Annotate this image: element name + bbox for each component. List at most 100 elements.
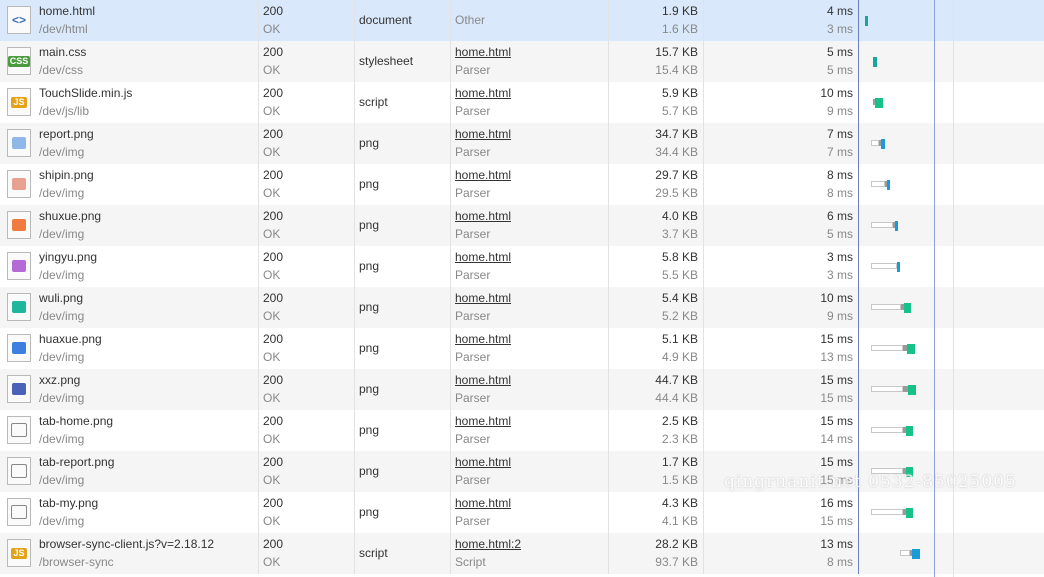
initiator-link[interactable]: home.html [455,168,511,182]
size-cell: 5.4 KB 5.2 KB [609,287,704,328]
resource-size: 93.7 KB [655,555,698,569]
waterfall-bar[interactable] [871,221,898,231]
request-row[interactable]: wuli.png /dev/img 200 OK png home.html P… [0,287,1044,329]
name-cell: tab-my.png /dev/img [0,492,259,533]
image-thumbnail-icon [7,170,31,198]
waterfall-bar[interactable] [871,344,915,354]
latency-time: 8 ms [826,186,853,200]
file-type-badge [11,423,27,437]
request-row[interactable]: CSS main.css /dev/css 200 OK stylesheet … [0,41,1044,83]
size-cell: 5.9 KB 5.7 KB [609,82,704,123]
size-cell: 2.5 KB 2.3 KB [609,410,704,451]
request-name: TouchSlide.min.js [39,86,133,100]
waterfall-bar[interactable] [900,549,920,559]
status-code: 200 [263,455,284,469]
request-name: report.png [39,127,94,141]
request-row[interactable]: shipin.png /dev/img 200 OK png home.html… [0,164,1044,206]
initiator-link[interactable]: home.html [455,373,511,387]
resource-size: 1.6 KB [661,22,698,36]
initiator-cell: home.html Parser [451,205,609,246]
initiator-link[interactable]: home.html [455,127,511,141]
waterfall-bar[interactable] [871,385,916,395]
request-row[interactable]: tab-report.png /dev/img 200 OK png home.… [0,451,1044,493]
initiator-cell: home.html:2 Script [451,533,609,574]
request-row[interactable]: report.png /dev/img 200 OK png home.html… [0,123,1044,165]
request-row[interactable]: tab-home.png /dev/img 200 OK png home.ht… [0,410,1044,452]
request-row[interactable]: shuxue.png /dev/img 200 OK png home.html… [0,205,1044,247]
request-row[interactable]: xxz.png /dev/img 200 OK png home.html Pa… [0,369,1044,411]
transfer-size: 34.7 KB [655,127,698,141]
initiator-link[interactable]: home.html [455,332,511,346]
waterfall-bar[interactable] [871,467,913,477]
request-row[interactable]: tab-my.png /dev/img 200 OK png home.html… [0,492,1044,534]
request-row[interactable]: huaxue.png /dev/img 200 OK png home.html… [0,328,1044,370]
waterfall-bar[interactable] [873,98,883,108]
waterfall-bar[interactable] [865,16,868,26]
initiator-link[interactable]: home.html [455,414,511,428]
request-row[interactable]: JS browser-sync-client.js?v=2.18.12 /bro… [0,533,1044,575]
initiator-link[interactable]: home.html:2 [455,537,521,551]
queue-segment [871,345,903,351]
initiator-link[interactable]: home.html [455,45,511,59]
queue-segment [900,550,910,556]
size-cell: 29.7 KB 29.5 KB [609,164,704,205]
transfer-size: 1.7 KB [661,455,698,469]
waterfall-bar[interactable] [871,180,890,190]
initiator-link[interactable]: home.html [455,209,511,223]
type-cell: png [355,369,451,410]
status-cell: 200 OK [259,246,355,287]
waterfall-cell [859,410,1044,451]
initiator-link[interactable]: home.html [455,291,511,305]
name-cell: wuli.png /dev/img [0,287,259,328]
time-cell: 15 ms 14 ms [704,410,859,451]
image-thumbnail-icon [7,252,31,280]
status-text: OK [263,473,281,487]
request-path: /dev/css [39,63,84,77]
total-time: 6 ms [826,209,853,223]
type-cell: png [355,205,451,246]
request-path: /dev/html [39,22,88,36]
request-row[interactable]: JS TouchSlide.min.js /dev/js/lib 200 OK … [0,82,1044,124]
initiator-link[interactable]: home.html [455,455,511,469]
waterfall-bar[interactable] [871,426,913,436]
name-cell: JS browser-sync-client.js?v=2.18.12 /bro… [0,533,259,574]
initiator-link[interactable]: home.html [455,86,511,100]
request-row[interactable]: yingyu.png /dev/img 200 OK png home.html… [0,246,1044,288]
js-file-icon: JS [7,88,31,116]
latency-time: 8 ms [826,555,853,569]
initiator-link[interactable]: home.html [455,496,511,510]
status-text: OK [263,309,281,323]
waterfall-cell [859,82,1044,123]
latency-time: 9 ms [826,104,853,118]
waterfall-bar[interactable] [873,57,877,67]
request-name: tab-my.png [39,496,99,510]
request-path: /dev/img [39,268,85,282]
download-segment [906,426,913,436]
request-name: home.html [39,4,96,18]
initiator-cause: Parser [455,268,491,282]
initiator-link[interactable]: home.html [455,250,511,264]
status-code: 200 [263,496,284,510]
size-cell: 34.7 KB 34.4 KB [609,123,704,164]
waterfall-cell [859,328,1044,369]
initiator-cell: home.html Parser [451,287,609,328]
resource-size: 29.5 KB [655,186,698,200]
request-row[interactable]: <> home.html /dev/html 200 OK document O… [0,0,1044,42]
transfer-size: 44.7 KB [655,373,698,387]
status-cell: 200 OK [259,410,355,451]
request-path: /dev/img [39,473,85,487]
name-cell: <> home.html /dev/html [0,0,259,41]
waterfall-bar[interactable] [871,139,885,149]
waterfall-bar[interactable] [871,508,913,518]
queue-segment [871,509,903,515]
size-cell: 4.0 KB 3.7 KB [609,205,704,246]
waterfall-bar[interactable] [871,262,900,272]
waterfall-cell [859,533,1044,574]
download-segment [907,344,915,354]
queue-segment [871,181,885,187]
queue-segment [871,140,879,146]
status-text: OK [263,63,281,77]
status-cell: 200 OK [259,205,355,246]
waterfall-bar[interactable] [871,303,911,313]
download-segment [865,16,868,26]
